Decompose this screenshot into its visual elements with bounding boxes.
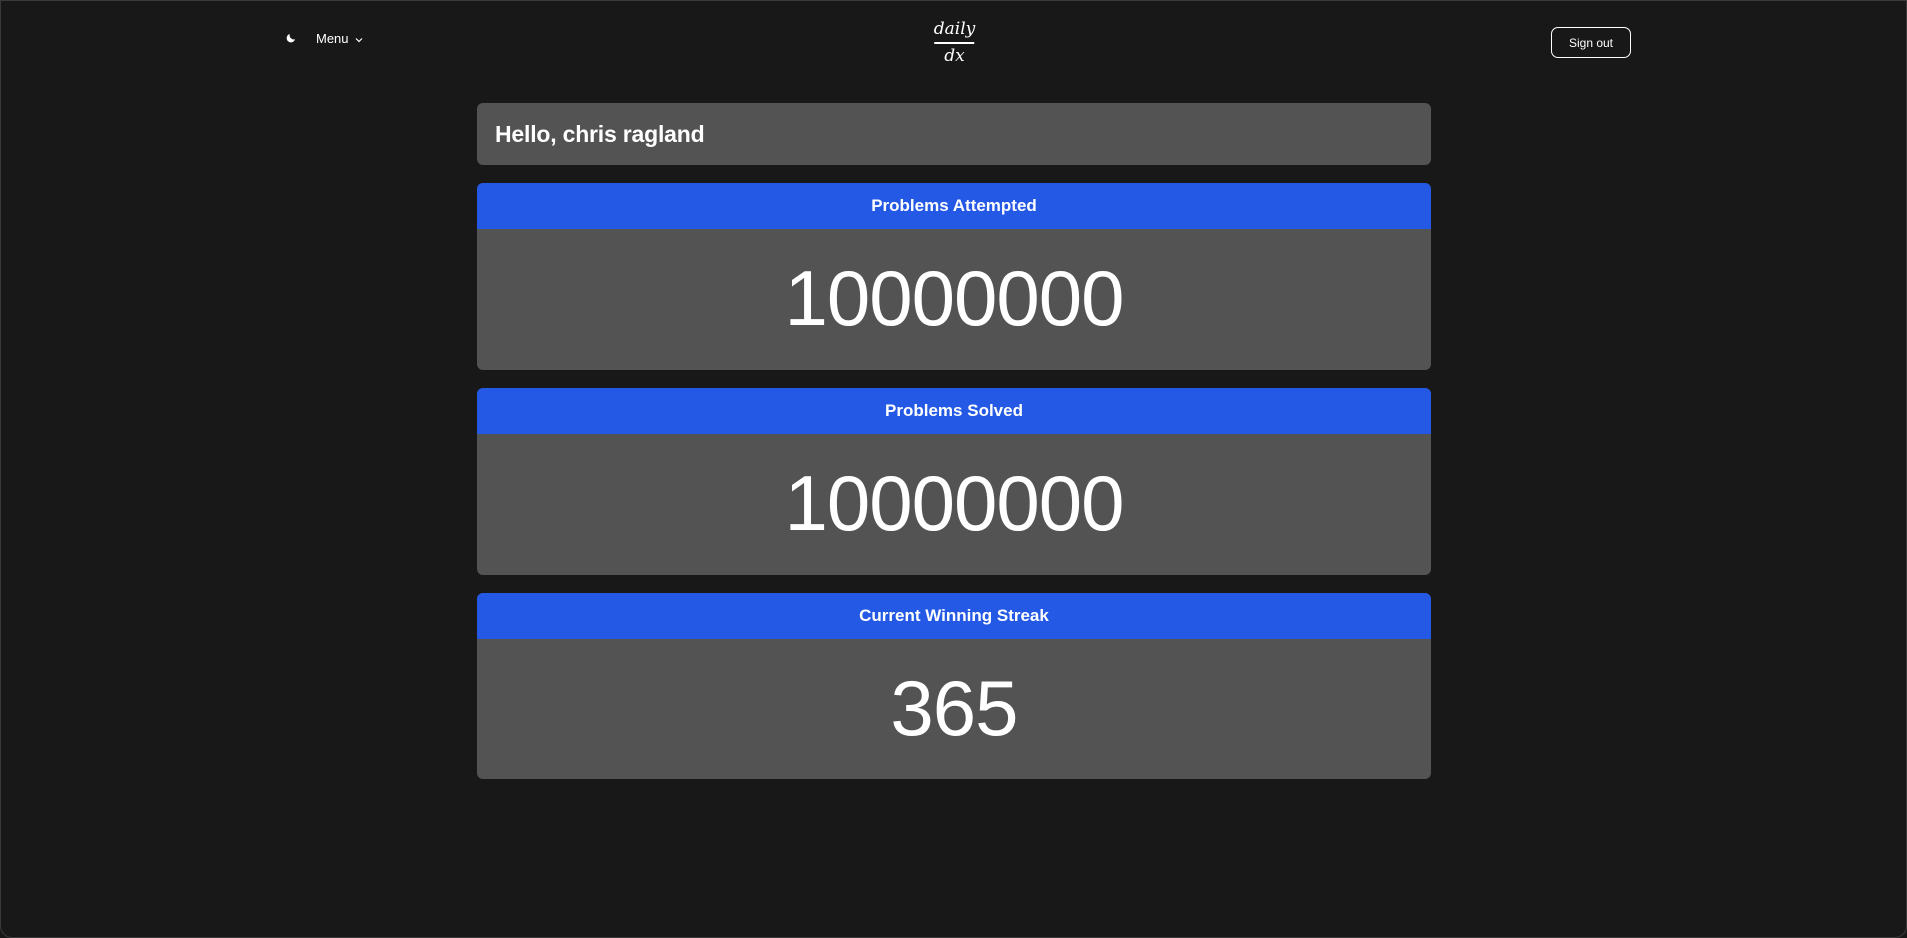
nav-left-group: Menu	[282, 29, 364, 47]
stat-card-winning-streak: Current Winning Streak 365	[477, 593, 1431, 779]
sign-out-button[interactable]: Sign out	[1551, 27, 1631, 58]
moon-icon[interactable]	[282, 29, 300, 47]
app-window: Menu daily dx Sign out Hello, chris ragl…	[0, 0, 1907, 938]
top-nav: Menu daily dx Sign out	[1, 1, 1907, 85]
menu-label: Menu	[316, 30, 349, 46]
daily-dx-logo[interactable]: daily dx	[932, 21, 978, 65]
stat-title: Problems Solved	[477, 388, 1431, 434]
greeting-card: Hello, chris ragland	[477, 103, 1431, 165]
stat-card-problems-solved: Problems Solved 10000000	[477, 388, 1431, 575]
stat-card-problems-attempted: Problems Attempted 10000000	[477, 183, 1431, 370]
logo-denominator: dx	[944, 45, 965, 66]
logo-numerator: daily	[933, 19, 976, 39]
dashboard: Hello, chris ragland Problems Attempted …	[477, 103, 1431, 779]
greeting-text: Hello, chris ragland	[495, 120, 705, 147]
chevron-down-icon	[354, 33, 364, 43]
stat-value: 10000000	[784, 254, 1124, 342]
menu-dropdown-button[interactable]: Menu	[316, 31, 364, 46]
stat-value: 365	[890, 664, 1018, 752]
stat-value: 10000000	[784, 459, 1124, 547]
stat-title: Problems Attempted	[477, 183, 1431, 229]
stat-title: Current Winning Streak	[477, 593, 1431, 639]
